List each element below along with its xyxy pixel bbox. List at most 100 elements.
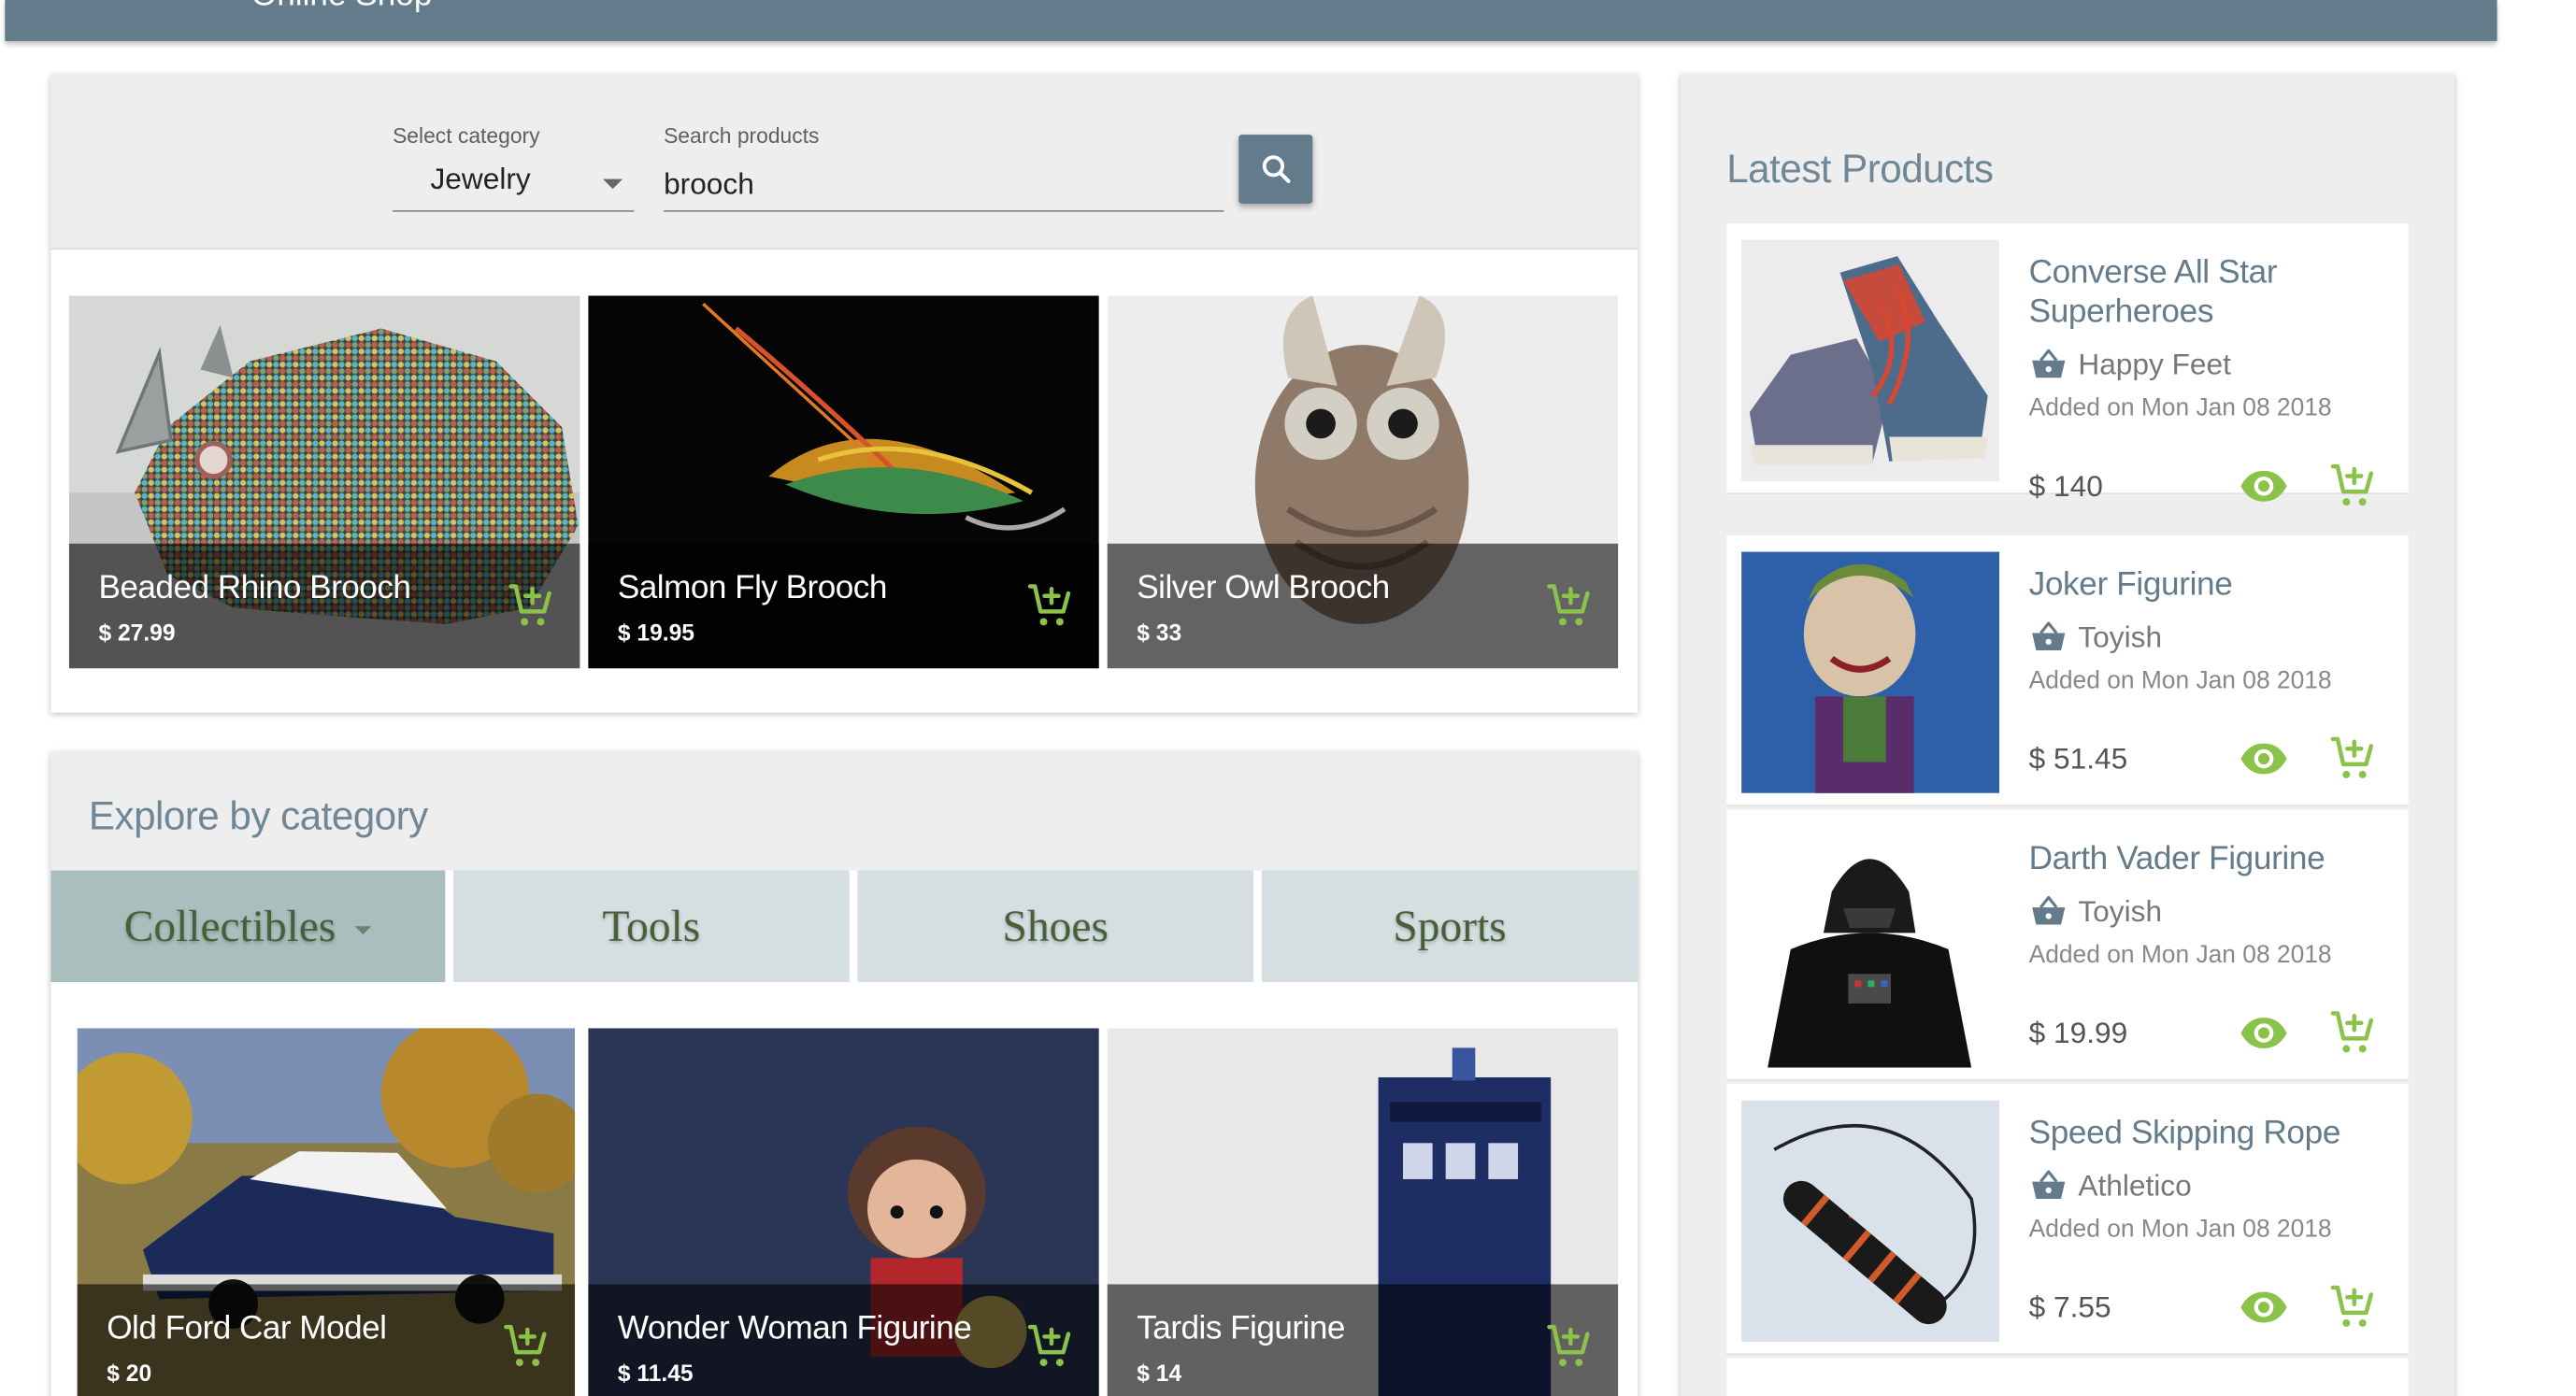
latest-product-thumbnail — [1741, 1100, 1999, 1342]
latest-product-price: $ 7.55 — [2028, 1290, 2111, 1324]
latest-product-shop[interactable]: Toyish — [2029, 618, 2162, 657]
tab-label: Shoes — [1002, 901, 1109, 951]
product-tile[interactable]: Tardis Figurine $ 14 — [1107, 1028, 1619, 1396]
search-button[interactable] — [1238, 135, 1313, 204]
add-to-cart-icon[interactable] — [2326, 460, 2379, 512]
latest-product-item[interactable]: Speed Skipping Rope Athletico Added on M… — [1726, 1084, 2409, 1356]
chevron-down-icon — [603, 178, 623, 190]
tile-caption: Salmon Fly Brooch $ 19.95 — [588, 543, 1099, 669]
tile-caption: Beaded Rhino Brooch $ 27.99 — [68, 543, 580, 669]
added-date: Added on Mon Jan 08 2018 — [2028, 941, 2332, 969]
latest-product-thumbnail — [1741, 826, 1999, 1068]
tab-shoes[interactable]: Shoes — [857, 870, 1254, 983]
shop-name: Toyish — [2078, 620, 2163, 653]
tab-label: Sports — [1393, 901, 1507, 951]
product-image-darth-vader — [1741, 826, 1999, 1068]
view-icon[interactable] — [2238, 1006, 2290, 1059]
tab-label: Collectibles — [123, 901, 336, 951]
product-price: $ 33 — [1137, 619, 1182, 646]
product-tile[interactable]: Wonder Woman Figurine $ 11.45 — [588, 1028, 1099, 1396]
latest-product-name: Speed Skipping Rope — [2028, 1115, 2341, 1152]
search-input-label: Search products — [664, 122, 820, 149]
product-name: Wonder Woman Figurine — [617, 1310, 972, 1347]
latest-product-name: Converse All Star Superheroes — [2028, 254, 2278, 331]
product-name: Beaded Rhino Brooch — [98, 569, 411, 606]
product-price: $ 11.45 — [617, 1360, 694, 1387]
latest-product-shop[interactable]: Toyish — [2029, 891, 2162, 931]
shop-name: Toyish — [2078, 894, 2163, 928]
latest-products-title: Latest Products — [1726, 148, 1994, 192]
explore-header: Explore by category — [50, 751, 1639, 871]
product-tile[interactable]: Old Ford Car Model $ 20 — [77, 1028, 576, 1396]
latest-product-thumbnail — [1741, 551, 1999, 793]
latest-product-price: $ 19.99 — [2028, 1016, 2128, 1050]
latest-product-item[interactable] — [1726, 1358, 2409, 1396]
add-to-cart-icon[interactable] — [1023, 579, 1076, 632]
add-to-cart-icon[interactable] — [2326, 733, 2379, 785]
add-to-cart-icon[interactable] — [1542, 579, 1595, 632]
category-select[interactable]: Jewelry — [393, 159, 635, 212]
product-image-joker — [1741, 551, 1999, 793]
product-name: Salmon Fly Brooch — [617, 569, 888, 606]
latest-product-price: $ 51.45 — [2028, 742, 2128, 776]
tab-sports[interactable]: Sports — [1261, 870, 1639, 983]
latest-product-item[interactable]: Joker Figurine Toyish Added on Mon Jan 0… — [1726, 534, 2409, 806]
search-icon — [1261, 155, 1290, 184]
add-to-cart-icon[interactable] — [1542, 1320, 1595, 1373]
latest-product-thumbnail — [1741, 239, 1999, 481]
product-tile[interactable]: Beaded Rhino Brooch $ 27.99 — [68, 295, 580, 669]
view-icon[interactable] — [2238, 460, 2290, 512]
tab-tools[interactable]: Tools — [453, 870, 850, 983]
search-card: Select category Jewelry Search products — [50, 74, 1639, 713]
tile-caption: Silver Owl Brooch $ 33 — [1107, 543, 1619, 669]
add-to-cart-icon[interactable] — [505, 579, 557, 632]
product-tile[interactable]: Salmon Fly Brooch $ 19.95 — [588, 295, 1099, 669]
product-price: $ 20 — [107, 1360, 152, 1387]
shop-basket-icon — [2029, 891, 2068, 931]
app-title: Online Shop — [251, 0, 432, 15]
product-name: Old Ford Car Model — [107, 1310, 387, 1347]
shop-basket-icon — [2029, 618, 2068, 657]
shop-name: Happy Feet — [2078, 347, 2231, 380]
latest-product-name: Darth Vader Figurine — [2028, 840, 2326, 877]
shop-basket-icon — [2029, 1166, 2068, 1205]
product-name: Silver Owl Brooch — [1137, 569, 1390, 606]
latest-product-name: Joker Figurine — [2028, 566, 2233, 604]
search-input[interactable] — [664, 159, 1224, 212]
view-icon[interactable] — [2238, 733, 2290, 785]
shop-basket-icon — [2029, 345, 2068, 384]
add-to-cart-icon[interactable] — [1023, 1320, 1076, 1373]
tab-label: Tools — [602, 901, 701, 951]
search-bar: Select category Jewelry Search products — [50, 74, 1639, 250]
chevron-down-icon — [355, 926, 373, 935]
product-tile[interactable]: Silver Owl Brooch $ 33 — [1107, 295, 1619, 669]
tile-caption: Tardis Figurine $ 14 — [1107, 1284, 1619, 1396]
add-to-cart-icon[interactable] — [2326, 1281, 2379, 1333]
tile-caption: Old Ford Car Model $ 20 — [77, 1284, 576, 1396]
latest-product-price: $ 140 — [2028, 469, 2103, 503]
latest-products-card: Latest Products Converse All Star Superh… — [1681, 74, 2454, 1396]
add-to-cart-icon[interactable] — [499, 1320, 551, 1373]
product-price: $ 14 — [1137, 1360, 1182, 1387]
explore-card: Explore by category Collectibles Tools S… — [50, 751, 1639, 1396]
product-image-skipping-rope — [1741, 1100, 1999, 1342]
category-select-label: Select category — [393, 122, 540, 149]
added-date: Added on Mon Jan 08 2018 — [2028, 666, 2332, 695]
add-to-cart-icon[interactable] — [2326, 1006, 2379, 1059]
latest-product-shop[interactable]: Happy Feet — [2029, 345, 2231, 384]
added-date: Added on Mon Jan 08 2018 — [2028, 1215, 2332, 1244]
shop-name: Athletico — [2078, 1168, 2192, 1202]
product-name: Tardis Figurine — [1137, 1310, 1345, 1347]
latest-product-shop[interactable]: Athletico — [2029, 1166, 2192, 1205]
tab-collectibles[interactable]: Collectibles — [50, 870, 446, 983]
product-price: $ 19.95 — [617, 619, 694, 646]
tile-caption: Wonder Woman Figurine $ 11.45 — [588, 1284, 1099, 1396]
app-header: Online Shop — [5, 0, 2497, 41]
latest-product-item[interactable]: Darth Vader Figurine Toyish Added on Mon… — [1726, 809, 2409, 1081]
explore-title: Explore by category — [88, 794, 428, 840]
latest-product-item[interactable]: Converse All Star Superheroes Happy Feet… — [1726, 223, 2409, 494]
app-canvas: Online Shop Select category Jewelry Sear… — [0, 0, 2543, 1396]
view-icon[interactable] — [2238, 1281, 2290, 1333]
added-date: Added on Mon Jan 08 2018 — [2028, 393, 2332, 422]
category-select-value: Jewelry — [430, 163, 531, 196]
